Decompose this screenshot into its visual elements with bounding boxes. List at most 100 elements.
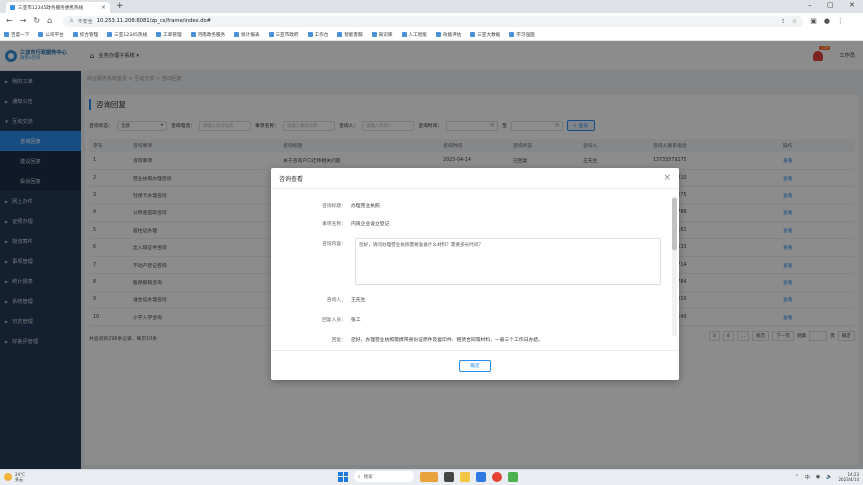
- new-tab-icon[interactable]: +: [116, 1, 124, 11]
- bookmark-icon: [509, 32, 515, 37]
- modal-body: 咨询标题： 办理营业执照 事项名称： 内资企业设立登记 咨询内容： 您好，请问办理营…: [271, 190, 671, 348]
- modal-title: 咨询查看: [279, 175, 304, 183]
- bookmark-item[interactable]: 公司平台: [38, 32, 64, 38]
- close-icon[interactable]: ×: [663, 173, 671, 183]
- bookmark-icon: [38, 32, 44, 37]
- bookmark-item[interactable]: 智能客服: [337, 32, 363, 38]
- task-view-icon[interactable]: [444, 471, 454, 482]
- bookmark-item[interactable]: 工作台: [307, 32, 329, 38]
- weather-widget[interactable]: 24°C 多云: [4, 472, 25, 482]
- tray-chevron-icon[interactable]: ⌃: [795, 474, 799, 480]
- field-row: 回复： 您好，办理营业执照需携带身份证原件及复印件、租赁合同等材料，一般三个工作日…: [271, 336, 543, 343]
- reload-icon[interactable]: ↻: [33, 17, 40, 25]
- taskbar-center: ⌕ 搜索: [338, 471, 518, 482]
- field-row: 咨询标题： 办理营业执照: [271, 202, 380, 209]
- content-label: 咨询内容：: [322, 242, 346, 247]
- field-value: 内资企业设立登记: [351, 222, 390, 227]
- input-method-icon[interactable]: 中: [805, 474, 810, 481]
- modal-footer: 确定: [271, 350, 679, 380]
- bookmark-item[interactable]: 知识库: [371, 32, 393, 38]
- back-icon[interactable]: ←: [6, 17, 13, 25]
- bookmark-item[interactable]: 效能评估: [435, 32, 462, 38]
- bookmark-label: 公司平台: [45, 32, 64, 38]
- confirm-button[interactable]: 确定: [459, 359, 491, 372]
- browser-tab-bar: 三亚市12345政务服务便民热线 × + – ▢ ✕: [0, 0, 863, 13]
- bookmark-icon: [72, 32, 78, 37]
- bookmark-label: 三亚12345热线: [114, 32, 148, 38]
- bookmark-icon: [371, 32, 377, 37]
- profile-icon[interactable]: ●: [824, 17, 830, 25]
- menu-icon[interactable]: ⋮: [837, 17, 844, 25]
- tab-close-icon[interactable]: ×: [101, 4, 106, 11]
- scrollbar-thumb[interactable]: [672, 198, 677, 250]
- chrome-icon[interactable]: [492, 471, 502, 482]
- tab-title: 三亚市12345政务服务便民热线: [18, 5, 84, 11]
- field-label: 回复：: [331, 338, 346, 343]
- bookmark-item[interactable]: 工单管理: [156, 32, 182, 38]
- bookmark-icon: [156, 32, 162, 37]
- content-textarea[interactable]: 您好，请问办理营业执照需要准备什么材料？需要多长时间？: [355, 238, 661, 285]
- bookmark-item[interactable]: 人工智能: [401, 32, 427, 38]
- bookmark-icon: [234, 32, 240, 37]
- extensions-icon[interactable]: ▣: [810, 17, 817, 25]
- minimize-icon[interactable]: –: [808, 1, 812, 9]
- taskbar-search-label: 搜索: [363, 474, 373, 480]
- home-icon[interactable]: ⌂: [47, 17, 52, 25]
- bookmark-label: 百度一下: [11, 32, 30, 38]
- bookmark-icon: [4, 32, 9, 37]
- bookmark-item[interactable]: 学习强国: [509, 32, 535, 38]
- weather-sun-icon: [4, 473, 12, 481]
- search-icon: ⌕: [358, 474, 361, 480]
- window-close-icon[interactable]: ✕: [849, 1, 855, 9]
- taskbar-search[interactable]: ⌕ 搜索: [354, 471, 414, 482]
- modal-header: 咨询查看 ×: [271, 168, 679, 189]
- clock[interactable]: 14:23 2023/4/14: [838, 472, 859, 482]
- weather-desc: 多云: [15, 477, 23, 482]
- address-bar-row: ← → ↻ ⌂ ⚠ 不安全 10.253.11.208:8081/zp_cs/f…: [0, 13, 863, 29]
- bookmark-icon: [268, 32, 274, 37]
- field-row: 事项名称： 内资企业设立登记: [271, 220, 389, 227]
- clock-date: 2023/4/14: [838, 477, 859, 482]
- bookmark-item[interactable]: 百度一下: [4, 32, 29, 38]
- insecure-warning-icon: ⚠: [69, 18, 74, 24]
- app-icon[interactable]: [508, 471, 518, 482]
- bookmark-item[interactable]: 统计报表: [234, 32, 260, 38]
- bookmark-item[interactable]: 三亚大数据: [470, 32, 500, 38]
- share-icon[interactable]: ⇪: [781, 18, 786, 25]
- network-icon[interactable]: ◉: [816, 474, 820, 480]
- bookmark-label: 学习强国: [516, 32, 535, 38]
- bookmark-item[interactable]: 综合管理: [72, 32, 99, 38]
- consult-view-modal: 咨询查看 × 咨询标题： 办理营业执照 事项名称： 内资企业设立登记 咨询内容： 您…: [271, 168, 679, 380]
- bookmark-label: 工作台: [314, 32, 329, 38]
- modal-scrollbar[interactable]: [672, 196, 677, 336]
- field-value: 您好，办理营业执照需携带身份证原件及复印件、租赁合同等材料，一般三个工作日办结。: [351, 338, 543, 343]
- forward-icon[interactable]: →: [20, 17, 27, 25]
- bookmark-icon: [435, 32, 441, 37]
- field-label: 咨询人：: [326, 298, 346, 303]
- bookmark-label: 综合管理: [79, 32, 99, 38]
- insecure-label: 不安全: [77, 18, 93, 25]
- bookmark-star-icon[interactable]: ☆: [792, 18, 797, 25]
- field-value: 办理营业执照: [351, 204, 380, 209]
- browser-app-icon[interactable]: [476, 471, 486, 482]
- system-tray: ⌃ 中 ◉ 🔈 14:23 2023/4/14: [795, 472, 859, 482]
- field-label: 咨询标题：: [322, 204, 346, 209]
- bookmark-item[interactable]: 三亚市政府: [268, 32, 299, 38]
- bookmark-label: 统计报表: [241, 32, 260, 38]
- bookmark-icon: [307, 32, 313, 37]
- file-explorer-icon[interactable]: [460, 471, 470, 482]
- bookmark-icon: [470, 32, 476, 37]
- bookmark-item[interactable]: 河南政务服务: [190, 32, 225, 38]
- volume-icon[interactable]: 🔈: [826, 474, 832, 480]
- bookmark-icon: [107, 32, 113, 37]
- windows-start-icon[interactable]: [338, 471, 348, 482]
- bookmark-icon: [337, 32, 343, 37]
- bookmark-label: 效能评估: [442, 32, 462, 38]
- widget-app-icon[interactable]: [420, 471, 438, 482]
- bookmarks-bar: 百度一下 公司平台 综合管理 三亚12345热线 工单管理 河南政务服务 统计报表 三亚市政府…: [0, 29, 863, 41]
- browser-tab[interactable]: 三亚市12345政务服务便民热线 ×: [6, 2, 110, 13]
- bookmark-label: 三亚大数据: [477, 32, 501, 38]
- bookmark-item[interactable]: 三亚12345热线: [107, 32, 147, 38]
- maximize-icon[interactable]: ▢: [827, 1, 834, 9]
- omnibox[interactable]: ⚠ 不安全 10.253.11.208:8081/zp_cs/frame/ind…: [63, 15, 804, 27]
